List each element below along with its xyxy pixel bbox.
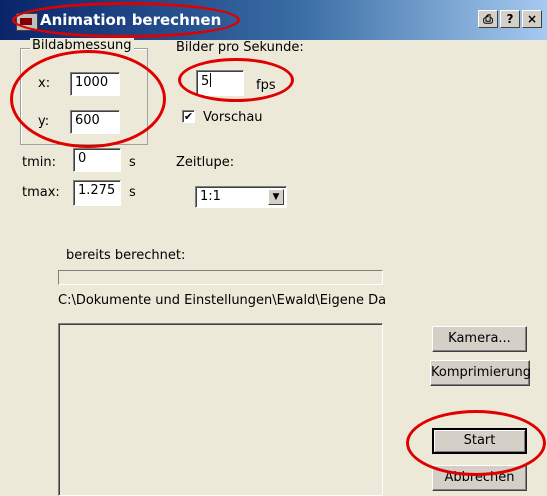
- dimensions-highlight-ellipse: [10, 50, 166, 148]
- slowmotion-value: 1:1: [200, 189, 221, 204]
- title-highlight-ellipse: [12, 2, 240, 38]
- chevron-down-icon[interactable]: ▼: [268, 189, 284, 205]
- tmax-input[interactable]: 1.275: [73, 180, 121, 206]
- progress-label: bereits berechnet:: [66, 248, 186, 263]
- slowmotion-label: Zeitlupe:: [176, 155, 235, 170]
- tmin-label: tmin:: [22, 155, 56, 170]
- slowmotion-select[interactable]: 1:1 ▼: [195, 186, 287, 208]
- start-highlight-ellipse: [406, 410, 546, 476]
- print-icon[interactable]: ⎙: [478, 10, 498, 28]
- preview-checkbox[interactable]: ✔: [182, 110, 195, 123]
- compression-button[interactable]: Komprimierung: [430, 360, 531, 386]
- tmin-unit: s: [129, 155, 136, 170]
- close-button[interactable]: ×: [522, 10, 542, 28]
- fps-label: Bilder pro Sekunde:: [176, 40, 304, 55]
- tmin-input[interactable]: 0: [73, 148, 121, 172]
- tmax-label: tmax:: [22, 185, 60, 200]
- tmax-unit: s: [129, 185, 136, 200]
- help-button[interactable]: ?: [500, 10, 520, 28]
- preview-label: Vorschau: [203, 110, 263, 125]
- preview-area: [58, 323, 383, 496]
- camera-button[interactable]: Kamera...: [432, 326, 527, 352]
- output-path: C:\Dokumente und Einstellungen\Ewald\Eig…: [58, 293, 387, 308]
- progress-bar: [58, 270, 383, 285]
- fps-highlight-ellipse: [178, 58, 294, 102]
